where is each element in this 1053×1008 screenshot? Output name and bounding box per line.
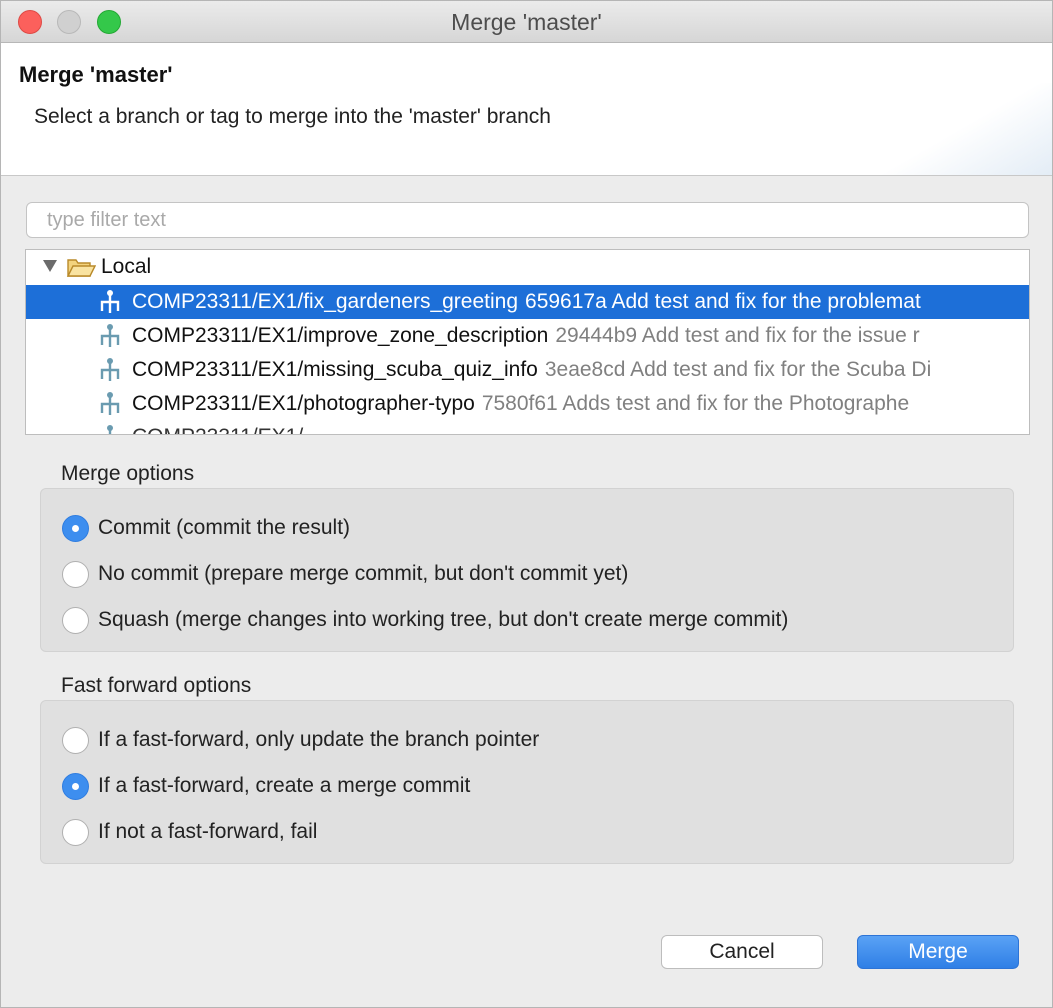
filter-input[interactable] bbox=[26, 202, 1029, 238]
branch-label: COMP23311/EX1/... bbox=[132, 425, 321, 434]
radio-label: If a fast-forward, only update the branc… bbox=[98, 728, 540, 751]
merge-option-commit[interactable]: Commit (commit the result) bbox=[62, 513, 350, 543]
branch-icon bbox=[100, 358, 120, 381]
ff-option-create-merge-commit[interactable]: If a fast-forward, create a merge commit bbox=[62, 771, 470, 801]
branch-name: COMP23311/EX1/improve_zone_description bbox=[132, 324, 549, 347]
dialog-title: Merge 'master' bbox=[19, 62, 173, 87]
dialog-header: Merge 'master' Select a branch or tag to… bbox=[1, 43, 1052, 176]
radio-button[interactable] bbox=[62, 606, 89, 634]
radio-label: If a fast-forward, create a merge commit bbox=[98, 774, 471, 797]
branch-label: COMP23311/EX1/missing_scuba_quiz_info 3ea… bbox=[132, 358, 931, 382]
merge-option-no-commit[interactable]: No commit (prepare merge commit, but don… bbox=[62, 559, 628, 589]
branch-row[interactable]: COMP23311/EX1/improve_zone_description 29… bbox=[26, 319, 1029, 353]
branch-commit: 7580f61 Adds test and fix for the Photog… bbox=[481, 392, 910, 415]
merge-option-squash[interactable]: Squash (merge changes into working tree,… bbox=[62, 605, 788, 635]
branch-icon bbox=[107, 425, 113, 434]
branch-icon bbox=[100, 290, 120, 313]
merge-options-label: Merge options bbox=[61, 462, 195, 485]
radio-button[interactable] bbox=[62, 560, 89, 588]
title-bar: Merge 'master' bbox=[1, 1, 1052, 43]
window-title: Merge 'master' bbox=[451, 9, 602, 35]
branch-name: COMP23311/EX1/missing_scuba_quiz_info bbox=[132, 358, 538, 381]
branch-tree[interactable]: Local COMP23311/EX1/fix_gardeners_greeti… bbox=[25, 249, 1030, 435]
branch-commit: 3eae8cd Add test and fix for the Scuba D… bbox=[544, 358, 932, 381]
radio-label: If not a fast-forward, fail bbox=[98, 820, 318, 843]
tree-node-local[interactable]: Local bbox=[26, 250, 1029, 284]
branch-row-partial[interactable]: COMP23311/EX1/... bbox=[26, 420, 1029, 434]
ff-option-only-update[interactable]: If a fast-forward, only update the branc… bbox=[62, 725, 539, 755]
branch-row[interactable]: COMP23311/EX1/missing_scuba_quiz_info 3ea… bbox=[26, 353, 1029, 387]
branch-label: COMP23311/EX1/photographer-typo 7580f61 A… bbox=[132, 392, 909, 416]
branch-icon bbox=[100, 392, 120, 415]
radio-button[interactable] bbox=[62, 772, 89, 800]
folder-open-icon bbox=[66, 259, 96, 277]
fast-forward-options-label: Fast forward options bbox=[61, 674, 252, 697]
merge-button[interactable]: Merge bbox=[857, 935, 1019, 969]
branch-label: COMP23311/EX1/fix_gardeners_greeting 6596… bbox=[132, 290, 921, 314]
branch-commit: 29444b9 Add test and fix for the issue r bbox=[555, 324, 920, 347]
tree-node-label: Local bbox=[101, 255, 152, 278]
branch-label: COMP23311/EX1/improve_zone_description 29… bbox=[132, 324, 920, 348]
branch-row[interactable]: COMP23311/EX1/fix_gardeners_greeting 6596… bbox=[26, 285, 1029, 319]
branch-commit: 659617a Add test and fix for the problem… bbox=[525, 290, 921, 313]
dialog-description: Select a branch or tag to merge into the… bbox=[34, 105, 551, 128]
radio-label: No commit (prepare merge commit, but don… bbox=[98, 562, 629, 585]
branch-row[interactable]: COMP23311/EX1/photographer-typo 7580f61 A… bbox=[26, 387, 1029, 421]
radio-button[interactable] bbox=[62, 514, 89, 542]
header-decoration bbox=[872, 83, 1052, 175]
branch-name: COMP23311/EX1/photographer-typo bbox=[132, 392, 475, 415]
radio-label: Squash (merge changes into working tree,… bbox=[98, 608, 789, 631]
merge-options-group: Commit (commit the result) No commit (pr… bbox=[40, 488, 1014, 652]
branch-icon bbox=[100, 324, 120, 347]
fast-forward-options-group: If a fast-forward, only update the branc… bbox=[40, 700, 1014, 864]
branch-name: COMP23311/EX1/fix_gardeners_greeting bbox=[132, 290, 519, 313]
cancel-button[interactable]: Cancel bbox=[661, 935, 823, 969]
radio-button[interactable] bbox=[62, 726, 89, 754]
disclosure-triangle-icon[interactable] bbox=[43, 260, 57, 272]
merge-dialog: Merge 'master' Merge 'master' Select a b… bbox=[0, 0, 1053, 1008]
radio-label: Commit (commit the result) bbox=[98, 516, 351, 539]
radio-button[interactable] bbox=[62, 818, 89, 846]
ff-option-fail[interactable]: If not a fast-forward, fail bbox=[62, 817, 317, 847]
